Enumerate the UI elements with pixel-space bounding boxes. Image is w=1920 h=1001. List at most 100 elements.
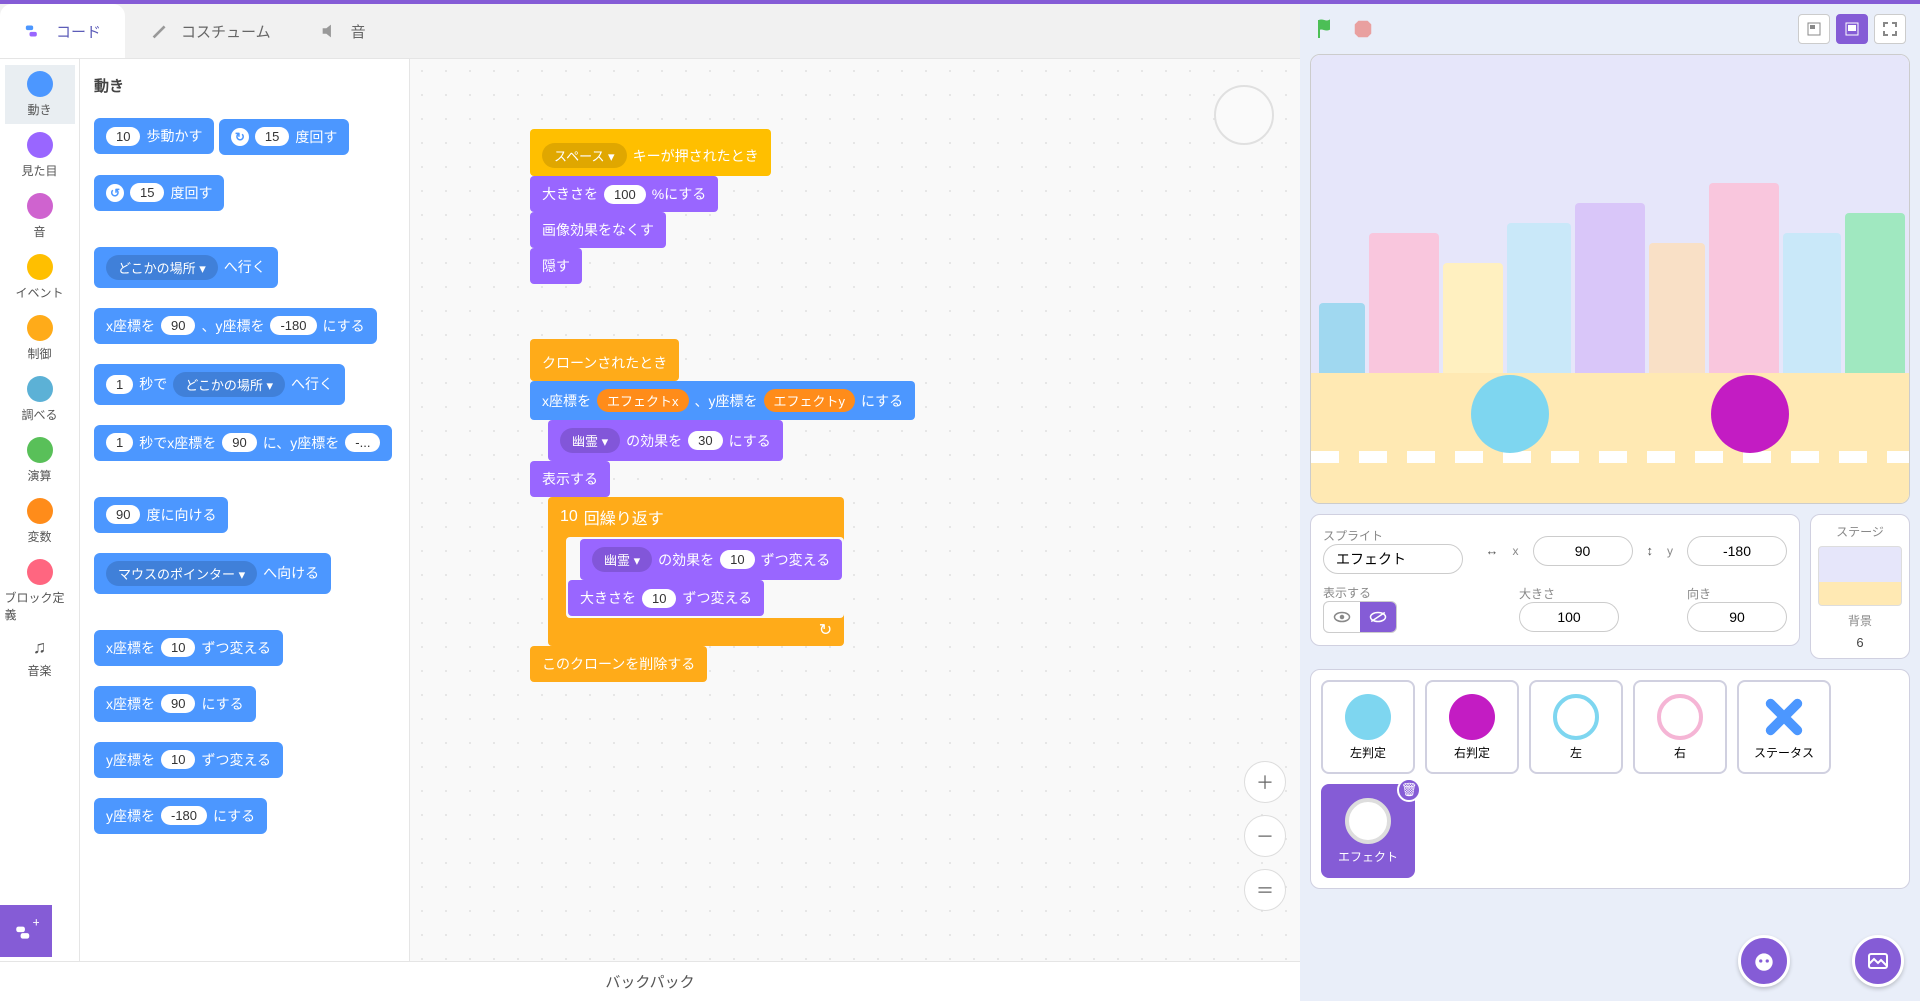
tab-code[interactable]: コード <box>0 4 125 58</box>
block-set-x[interactable]: x座標を90にする <box>94 686 256 722</box>
backpack-panel[interactable]: バックパック <box>0 961 1300 1001</box>
tab-costumes[interactable]: コスチューム <box>125 4 295 58</box>
block-point-dir[interactable]: 90度に向ける <box>94 497 228 533</box>
block-change-x[interactable]: x座標を10ずつ変える <box>94 630 283 666</box>
block-hide[interactable]: 隠す <box>530 248 582 284</box>
sprite-item[interactable]: エフェクト🗑 <box>1321 784 1415 878</box>
add-backdrop-button[interactable] <box>1852 935 1904 987</box>
category-operators[interactable]: 演算 <box>5 431 75 490</box>
stage-canvas[interactable] <box>1310 54 1910 504</box>
block-delete-clone[interactable]: このクローンを削除する <box>530 646 707 682</box>
cat-icon <box>1751 948 1777 974</box>
svg-text:+: + <box>33 918 40 930</box>
sprite-item[interactable]: 左判定 <box>1321 680 1415 774</box>
sprite-name-input[interactable] <box>1323 544 1463 574</box>
backdrops-label: 背景 <box>1848 612 1872 629</box>
image-icon <box>1866 949 1890 973</box>
category-label: イベント <box>15 284 63 301</box>
block-change-effect[interactable]: 幽霊 ▾の効果を10ずつ変える <box>580 539 842 580</box>
sprite-thumbnail <box>1449 694 1495 740</box>
tab-sounds[interactable]: 音 <box>295 4 390 58</box>
category-label: 動き <box>27 101 51 118</box>
category-label: 変数 <box>27 528 51 545</box>
sprite-direction-input[interactable] <box>1687 602 1787 632</box>
tab-code-label: コード <box>56 21 101 42</box>
stage-sprite-right[interactable] <box>1711 375 1789 453</box>
block-turn-ccw[interactable]: ↺15度回す <box>94 175 224 211</box>
block-turn-cw[interactable]: ↻15度回す <box>219 119 349 155</box>
block-glide-xy[interactable]: 1秒でx座標を90に、y座標を-... <box>94 425 392 461</box>
add-extension-button[interactable]: + <box>0 905 52 957</box>
add-sprite-button[interactable] <box>1738 935 1790 987</box>
block-show[interactable]: 表示する <box>530 461 610 497</box>
block-move-steps[interactable]: 10歩動かす <box>94 118 214 154</box>
block-glide-menu[interactable]: 1秒でどこかの場所 ▾へ行く <box>94 364 345 405</box>
visibility-hide-button[interactable] <box>1360 602 1396 632</box>
speaker-icon <box>319 20 341 42</box>
tab-sounds-label: 音 <box>351 21 366 42</box>
delete-sprite-button[interactable]: 🗑 <box>1397 778 1421 802</box>
block-set-effect[interactable]: 幽霊 ▾の効果を30にする <box>548 420 783 461</box>
backdrops-count: 6 <box>1856 635 1863 650</box>
sprite-x-input[interactable] <box>1533 536 1633 566</box>
sprite-item-label: 右判定 <box>1454 744 1490 761</box>
stop-icon[interactable] <box>1352 18 1374 40</box>
paintbrush-icon <box>149 20 171 42</box>
sprite-thumbnail <box>1761 694 1807 740</box>
category-events[interactable]: イベント <box>5 248 75 307</box>
block-goto-xy-vars[interactable]: x座標をエフェクトx、y座標をエフェクトyにする <box>530 381 915 420</box>
zoom-in-button[interactable]: ＋ <box>1244 761 1286 803</box>
green-flag-icon[interactable] <box>1314 17 1338 41</box>
show-label: 表示する <box>1323 584 1397 601</box>
fullscreen-button[interactable] <box>1874 14 1906 44</box>
category-sensing[interactable]: 調べる <box>5 370 75 429</box>
category-looks[interactable]: 見た目 <box>5 126 75 185</box>
category-control[interactable]: 制御 <box>5 309 75 368</box>
xy-icon: ↔ <box>1486 543 1499 558</box>
stage-selector[interactable]: ステージ 背景 6 <box>1810 514 1910 659</box>
block-when-cloned[interactable]: クローンされたとき <box>530 339 679 381</box>
palette-header: 動き <box>94 75 395 96</box>
sprite-item-label: 左判定 <box>1350 744 1386 761</box>
category-variables[interactable]: 変数 <box>5 492 75 551</box>
stage-sprite-left[interactable] <box>1471 375 1549 453</box>
sprite-thumbnail <box>1345 798 1391 844</box>
category-motion[interactable]: 動き <box>5 65 75 124</box>
stage-large-button[interactable] <box>1836 14 1868 44</box>
category-music[interactable]: ♫音楽 <box>5 631 75 685</box>
zoom-out-button[interactable]: － <box>1244 815 1286 857</box>
block-goto-menu[interactable]: どこかの場所 ▾へ行く <box>94 247 278 288</box>
block-palette[interactable]: 動き 10歩動かす ↻15度回す ↺15度回す どこかの場所 ▾へ行く x座標を… <box>80 59 410 961</box>
sprite-item[interactable]: 左 <box>1529 680 1623 774</box>
sprite-size-input[interactable] <box>1519 602 1619 632</box>
category-label: ブロック定義 <box>5 589 75 623</box>
sprite-info-panel: スプライト ↔x ↕y 表示する <box>1310 514 1800 646</box>
category-label: 音楽 <box>27 662 51 679</box>
block-repeat[interactable]: 10回繰り返す 幽霊 ▾の効果を10ずつ変える 大きさを10ずつ変える <box>548 497 844 646</box>
block-when-key-pressed[interactable]: スペース ▾キーが押されたとき <box>530 129 771 176</box>
stage-thumbnail[interactable] <box>1818 546 1902 606</box>
editor-tabs: コード コスチューム 音 <box>0 4 1300 59</box>
block-categories: 動き 見た目 音 イベント 制御 調べる 演算 変数 ブロック定義 ♫音楽 <box>0 59 80 961</box>
scripts-workspace[interactable]: スペース ▾キーが押されたとき 大きさを100%にする 画像効果をなくす 隠す … <box>410 59 1300 961</box>
block-set-y[interactable]: y座標を-180にする <box>94 798 267 834</box>
block-change-size[interactable]: 大きさを10ずつ変える <box>568 580 764 616</box>
sprite-item-label: 右 <box>1674 744 1686 761</box>
sprite-y-input[interactable] <box>1687 536 1787 566</box>
sprite-item[interactable]: ステータス <box>1737 680 1831 774</box>
sprite-thumbnail <box>1553 694 1599 740</box>
zoom-reset-button[interactable]: ＝ <box>1244 869 1286 911</box>
block-set-size[interactable]: 大きさを100%にする <box>530 176 718 212</box>
sprite-item[interactable]: 右判定 <box>1425 680 1519 774</box>
category-label: 演算 <box>27 467 51 484</box>
block-change-y[interactable]: y座標を10ずつ変える <box>94 742 283 778</box>
category-sound[interactable]: 音 <box>5 187 75 246</box>
block-clear-effects[interactable]: 画像効果をなくす <box>530 212 666 248</box>
visibility-show-button[interactable] <box>1324 602 1360 632</box>
sprite-item[interactable]: 右 <box>1633 680 1727 774</box>
category-myblocks[interactable]: ブロック定義 <box>5 553 75 629</box>
block-point-towards[interactable]: マウスのポインター ▾へ向ける <box>94 553 331 594</box>
sprite-item-label: ステータス <box>1754 744 1814 761</box>
stage-small-button[interactable] <box>1798 14 1830 44</box>
block-goto-xy[interactable]: x座標を90、y座標を-180にする <box>94 308 377 344</box>
